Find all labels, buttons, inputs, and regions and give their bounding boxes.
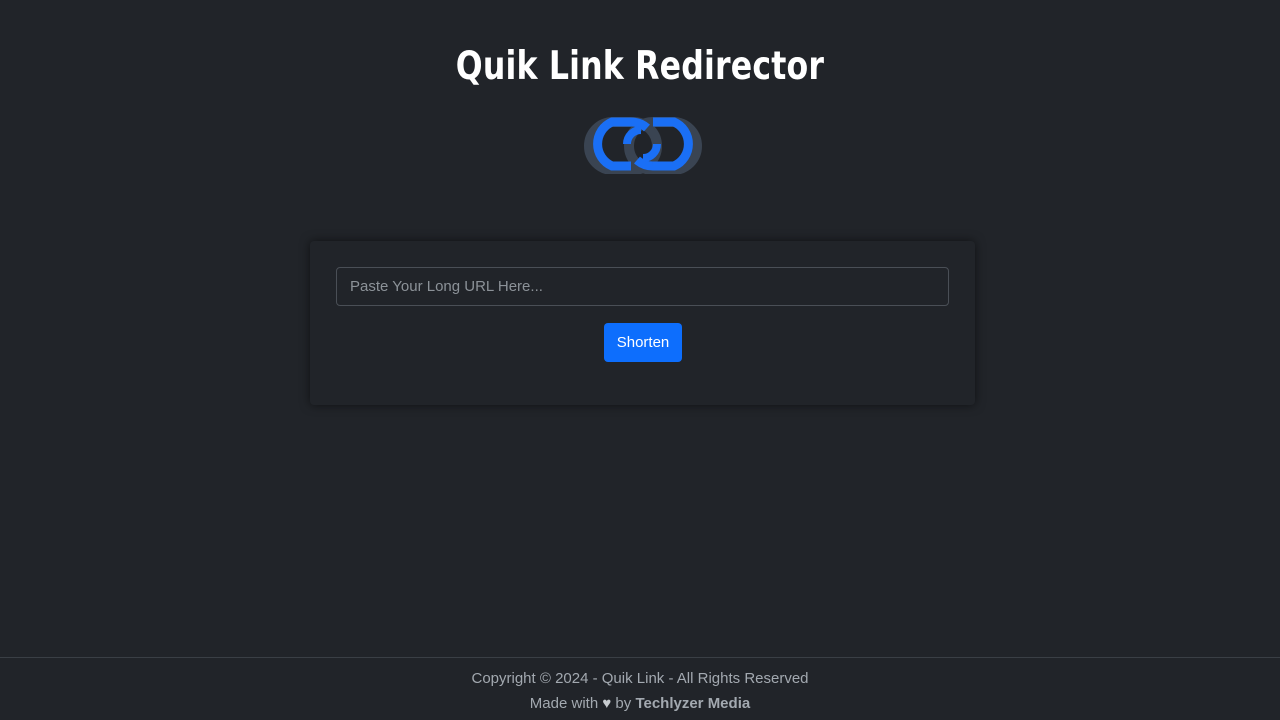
- brand-link[interactable]: Techlyzer Media: [635, 695, 750, 712]
- footer: Copyright © 2024 - Quik Link - All Right…: [0, 657, 1280, 720]
- shorten-form-card: Shorten: [310, 241, 975, 405]
- link-chain-icon: [583, 116, 703, 175]
- page: Quik Link Redirector Shorten Copyright ©…: [0, 0, 1280, 720]
- by-text: by: [615, 695, 632, 712]
- made-with-text: Made with: [529, 695, 599, 712]
- page-title: Quik Link Redirector: [455, 44, 825, 89]
- shorten-button[interactable]: Shorten: [604, 323, 682, 362]
- copyright-text: Copyright © 2024 - Quik Link - All Right…: [471, 670, 809, 687]
- heart-icon: ♥: [602, 695, 612, 712]
- url-input[interactable]: [336, 267, 949, 306]
- made-with-line: Made with ♥ by Techlyzer Media: [0, 695, 1280, 713]
